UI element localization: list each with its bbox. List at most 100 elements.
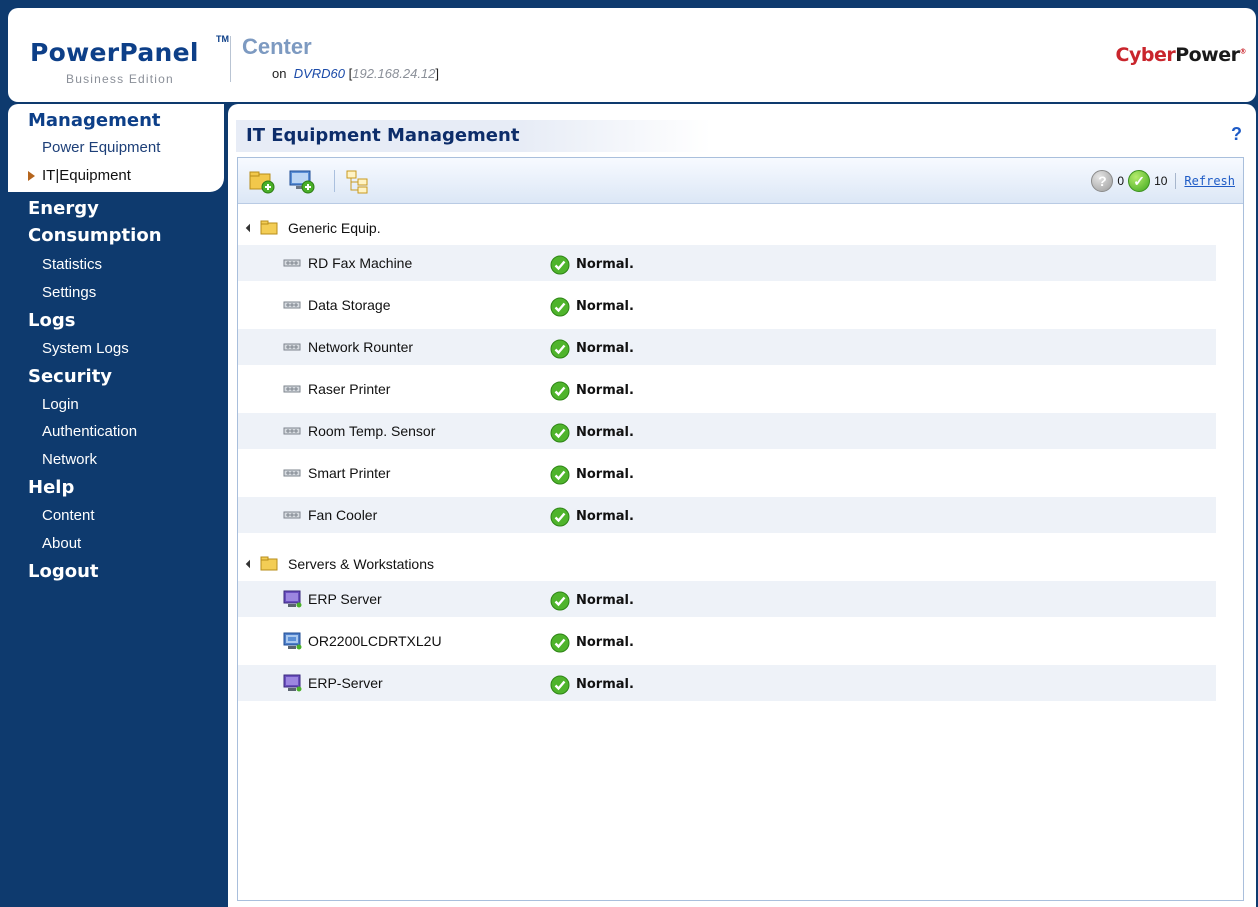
sidebar-item-authentication[interactable]: Authentication bbox=[42, 423, 137, 440]
status-ok-icon bbox=[550, 339, 570, 359]
help-button[interactable]: ? bbox=[1231, 124, 1242, 145]
server-icon bbox=[283, 590, 302, 608]
equipment-status: Normal. bbox=[576, 341, 634, 356]
sidebar-heading-consumption[interactable]: Consumption bbox=[28, 225, 162, 246]
sidebar-item-statistics[interactable]: Statistics bbox=[42, 256, 102, 273]
tree-view-icon[interactable] bbox=[344, 168, 372, 194]
add-device-icon[interactable] bbox=[288, 168, 316, 194]
list-item[interactable]: Data Storage Normal. bbox=[238, 287, 1216, 323]
equipment-name: Fan Cooler bbox=[308, 507, 378, 523]
sidebar-heading-energy[interactable]: Energy bbox=[28, 198, 99, 219]
toolbar: ? 0 ✓ 10 Refresh bbox=[238, 158, 1243, 204]
equipment-name: Room Temp. Sensor bbox=[308, 423, 436, 439]
generic-device-icon bbox=[283, 511, 301, 519]
list-item[interactable]: RD Fax Machine Normal. bbox=[238, 245, 1216, 281]
equipment-status: Normal. bbox=[576, 467, 634, 482]
edition-label: Business Edition bbox=[66, 72, 174, 86]
status-separator bbox=[1175, 173, 1177, 189]
sidebar-item-system-logs[interactable]: System Logs bbox=[42, 340, 129, 357]
status-summary: ? 0 ✓ 10 Refresh bbox=[1091, 168, 1235, 194]
list-item[interactable]: ERP Server Normal. bbox=[238, 581, 1216, 617]
server-info: on DVRD60 [192.168.24.12] bbox=[272, 66, 439, 81]
status-ok-icon bbox=[550, 675, 570, 695]
header: PowerPanel TM Business Edition Center on… bbox=[8, 8, 1256, 102]
folder-icon bbox=[260, 220, 278, 235]
list-item[interactable]: OR2200LCDRTXL2U Normal. bbox=[238, 623, 1216, 659]
main-content: IT Equipment Management ? ? 0 ✓ 10 Refre… bbox=[228, 104, 1256, 907]
sidebar-heading-management[interactable]: Management bbox=[28, 110, 161, 131]
add-group-icon[interactable] bbox=[248, 168, 276, 194]
toolbar-separator bbox=[334, 170, 335, 192]
group-label: Generic Equip. bbox=[288, 220, 381, 236]
equipment-status: Normal. bbox=[576, 299, 634, 314]
generic-device-icon bbox=[283, 427, 301, 435]
logo-divider bbox=[230, 36, 231, 82]
sidebar-item-it-equipment[interactable]: IT|Equipment bbox=[42, 167, 131, 184]
equipment-name: RD Fax Machine bbox=[308, 255, 413, 271]
equipment-status: Normal. bbox=[576, 509, 634, 524]
brand-registered-mark: ® bbox=[1239, 47, 1247, 56]
equipment-name: Network Rounter bbox=[308, 339, 414, 355]
group-label: Servers & Workstations bbox=[288, 556, 435, 572]
folder-icon bbox=[260, 556, 278, 571]
trademark-mark: TM bbox=[216, 34, 229, 44]
equipment-status: Normal. bbox=[576, 593, 634, 608]
list-item[interactable]: Network Rounter Normal. bbox=[238, 329, 1216, 365]
sidebar: Management Power Equipment IT|Equipment … bbox=[8, 104, 224, 907]
status-ok-icon bbox=[550, 255, 570, 275]
generic-device-icon bbox=[283, 469, 301, 477]
ip-bracket-close: ] bbox=[435, 66, 440, 81]
status-ok-icon bbox=[550, 297, 570, 317]
server-ip: 192.168.24.12 bbox=[352, 66, 436, 81]
management-section: Management Power Equipment IT|Equipment bbox=[8, 104, 224, 192]
sidebar-item-about[interactable]: About bbox=[42, 535, 81, 552]
status-ok-icon bbox=[550, 633, 570, 653]
on-label: on bbox=[272, 66, 287, 81]
list-item[interactable]: Smart Printer Normal. bbox=[238, 455, 1216, 491]
page-title: IT Equipment Management bbox=[246, 125, 520, 146]
list-item[interactable]: ERP-Server Normal. bbox=[238, 665, 1216, 701]
server-icon bbox=[283, 674, 302, 692]
expand-arrow-icon[interactable] bbox=[245, 559, 255, 569]
list-item[interactable]: Raser Printer Normal. bbox=[238, 371, 1216, 407]
workstation-icon bbox=[283, 632, 302, 650]
equipment-status: Normal. bbox=[576, 635, 634, 650]
equipment-name: OR2200LCDRTXL2U bbox=[308, 633, 442, 649]
equipment-name: ERP-Server bbox=[308, 675, 383, 691]
status-ok-icon bbox=[550, 423, 570, 443]
status-ok-icon bbox=[550, 465, 570, 485]
ok-status-icon: ✓ bbox=[1128, 170, 1151, 192]
ok-count: 10 bbox=[1154, 174, 1168, 188]
equipment-name: Data Storage bbox=[308, 297, 391, 313]
refresh-link[interactable]: Refresh bbox=[1184, 174, 1235, 188]
sidebar-heading-logout[interactable]: Logout bbox=[28, 561, 99, 582]
generic-device-icon bbox=[283, 301, 301, 309]
server-name: DVRD60 bbox=[293, 66, 345, 81]
sidebar-heading-security[interactable]: Security bbox=[28, 366, 112, 387]
title-bar: IT Equipment Management bbox=[236, 120, 711, 152]
equipment-status: Normal. bbox=[576, 677, 634, 692]
equipment-status: Normal. bbox=[576, 425, 634, 440]
sidebar-item-login[interactable]: Login bbox=[42, 396, 79, 413]
list-item[interactable]: Room Temp. Sensor Normal. bbox=[238, 413, 1216, 449]
sidebar-heading-help[interactable]: Help bbox=[28, 477, 74, 498]
unknown-status-icon: ? bbox=[1091, 170, 1114, 192]
group-row[interactable]: Servers & Workstations bbox=[238, 551, 1228, 577]
group-row[interactable]: Generic Equip. bbox=[238, 215, 1228, 241]
brand-power: Power bbox=[1175, 44, 1240, 66]
sidebar-item-network[interactable]: Network bbox=[42, 451, 97, 468]
sidebar-item-content[interactable]: Content bbox=[42, 507, 95, 524]
brand-cyber: Cyber bbox=[1115, 44, 1176, 66]
unknown-count: 0 bbox=[1117, 174, 1125, 188]
list-item[interactable]: Fan Cooler Normal. bbox=[238, 497, 1216, 533]
equipment-status: Normal. bbox=[576, 383, 634, 398]
expand-arrow-icon[interactable] bbox=[245, 223, 255, 233]
sidebar-item-power-equipment[interactable]: Power Equipment bbox=[42, 139, 160, 156]
equipment-panel: ? 0 ✓ 10 Refresh Generic Equip. RD Fax M… bbox=[237, 157, 1244, 901]
generic-device-icon bbox=[283, 259, 301, 267]
status-ok-icon bbox=[550, 591, 570, 611]
powerpanel-logo: PowerPanel bbox=[30, 38, 199, 67]
sidebar-heading-logs[interactable]: Logs bbox=[28, 310, 75, 331]
sidebar-item-settings[interactable]: Settings bbox=[42, 284, 96, 301]
status-ok-icon bbox=[550, 381, 570, 401]
